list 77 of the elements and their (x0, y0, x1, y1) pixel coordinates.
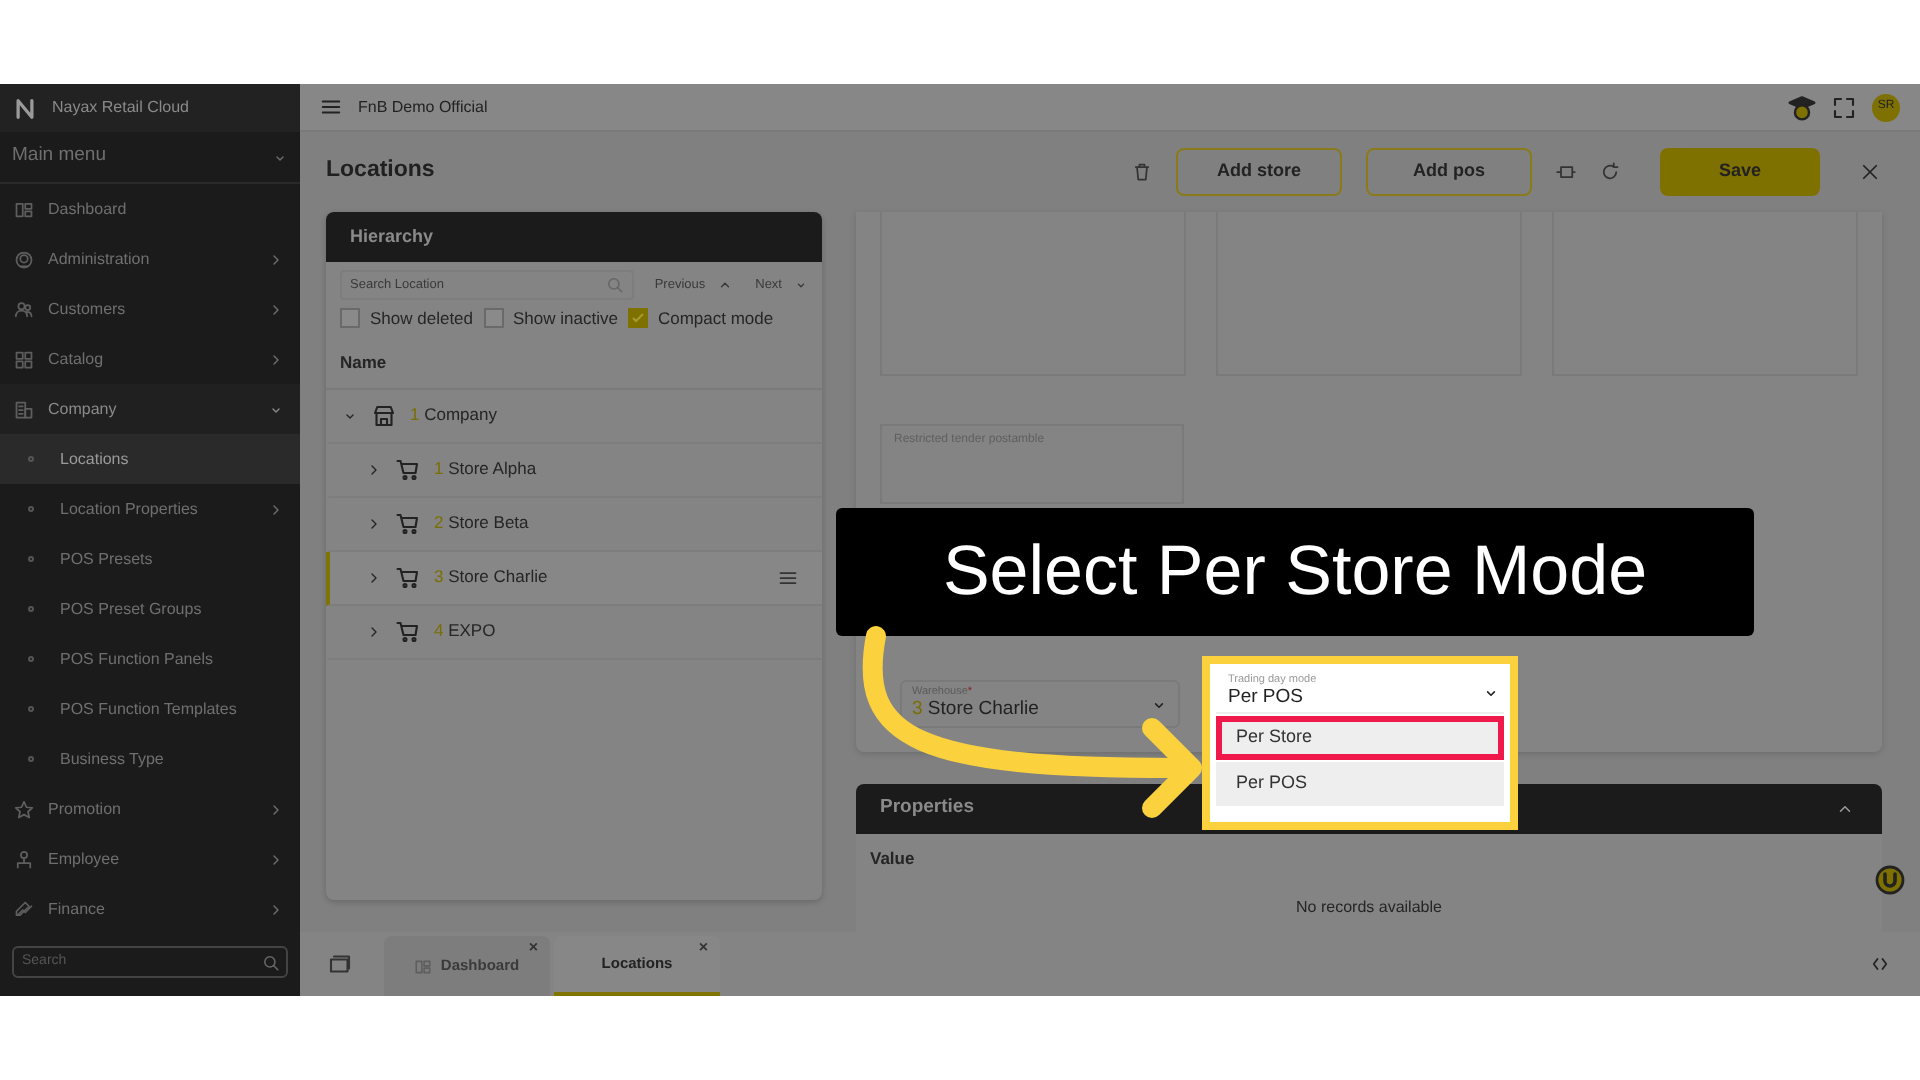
refresh-icon (1600, 162, 1620, 182)
panel-title: Hierarchy (326, 212, 822, 262)
app-title: Nayax Retail Cloud (52, 96, 189, 120)
search-icon (606, 276, 625, 294)
checkbox-label: Show inactive (513, 306, 618, 332)
checkbox[interactable] (627, 308, 648, 329)
grid-icon (14, 349, 34, 369)
people-icon (14, 299, 34, 319)
tree-row[interactable]: 4 EXPO (326, 605, 822, 660)
crop-icon (1556, 162, 1576, 182)
trash-icon (1132, 162, 1152, 182)
cart-icon (396, 457, 420, 482)
node-label: 2 Store Beta (434, 510, 531, 537)
tree-row[interactable]: 3 Store Charlie (326, 551, 822, 606)
sidebar-item[interactable]: Catalog (0, 334, 300, 384)
node-label: 1 Company (410, 402, 499, 429)
close-icon[interactable]: × (528, 940, 538, 956)
add-button[interactable]: Add pos (1366, 148, 1532, 196)
cart-icon (396, 619, 420, 644)
tree-row[interactable]: 1 Store Alpha (326, 443, 822, 498)
menu-label: Main menu (12, 142, 106, 171)
checkbox[interactable] (483, 308, 504, 329)
sidebar-item[interactable]: Administration (0, 234, 300, 284)
panel-title: Properties (880, 794, 974, 823)
checkbox-label: Show deleted (370, 306, 474, 332)
chevron-up-icon (1836, 800, 1854, 818)
sidebar-item[interactable]: Business Type (0, 734, 300, 784)
close-icon (1860, 162, 1880, 182)
save-button[interactable]: Save (1660, 148, 1820, 196)
close-icon[interactable]: × (698, 940, 708, 956)
dropdown-option[interactable]: Per Store (1216, 716, 1504, 760)
column-header: Value (868, 846, 917, 872)
help-icon (1874, 864, 1906, 896)
add-button[interactable]: Add store (1176, 148, 1342, 196)
fullscreen-icon (1832, 95, 1856, 119)
sidebar-item[interactable]: Dashboard (0, 184, 300, 234)
logo-icon (14, 97, 36, 119)
cart-icon (396, 511, 420, 536)
sidebar-item[interactable]: Employee (0, 834, 300, 884)
building-icon (14, 399, 34, 419)
cart-icon (396, 565, 420, 590)
sidebar-item[interactable]: Finance (0, 884, 300, 934)
person-icon (14, 849, 34, 869)
tree-row[interactable]: 1 Company (326, 389, 822, 444)
dashboard-icon (414, 957, 433, 975)
windows-icon (328, 952, 352, 976)
graduation-cap-icon (1788, 93, 1816, 121)
chevron-up-icon (717, 278, 732, 292)
sidebar-item[interactable]: Locations (0, 434, 300, 484)
field-value: 3 Store Charlie (912, 699, 1041, 720)
search-icon (262, 953, 280, 971)
node-label: 3 Store Charlie (434, 564, 550, 591)
empty-message: No records available (1294, 895, 1444, 920)
sidebar-item[interactable]: POS Function Templates (0, 684, 300, 734)
page-title: Locations (326, 156, 437, 187)
sidebar-item[interactable]: POS Presets (0, 534, 300, 584)
chevron-down-icon (794, 278, 808, 292)
sidebar-item[interactable]: Location Properties (0, 484, 300, 534)
menu-icon (778, 567, 798, 588)
sidebar-item[interactable]: POS Function Panels (0, 634, 300, 684)
checkbox-label: Compact mode (657, 306, 774, 332)
node-label: 1 Store Alpha (434, 456, 539, 483)
checkbox[interactable] (340, 308, 360, 329)
sidebar-item[interactable]: Company (0, 384, 300, 434)
node-label: 4 EXPO (434, 618, 498, 645)
callout: Select Per Store Mode (836, 508, 1754, 636)
sidebar-item[interactable]: Promotion (0, 784, 300, 834)
column-header: Name (326, 337, 822, 390)
store-icon (372, 403, 396, 428)
menu-icon[interactable] (320, 96, 342, 118)
star-icon (14, 799, 34, 819)
organization-name: FnB Demo Official (358, 95, 490, 119)
sidebar-item[interactable]: Customers (0, 284, 300, 334)
field-value: Per POS (1228, 687, 1305, 708)
dashboard-icon (14, 199, 34, 219)
dropdown-option[interactable]: Per POS (1216, 762, 1504, 806)
sidebar-item[interactable]: POS Preset Groups (0, 584, 300, 634)
